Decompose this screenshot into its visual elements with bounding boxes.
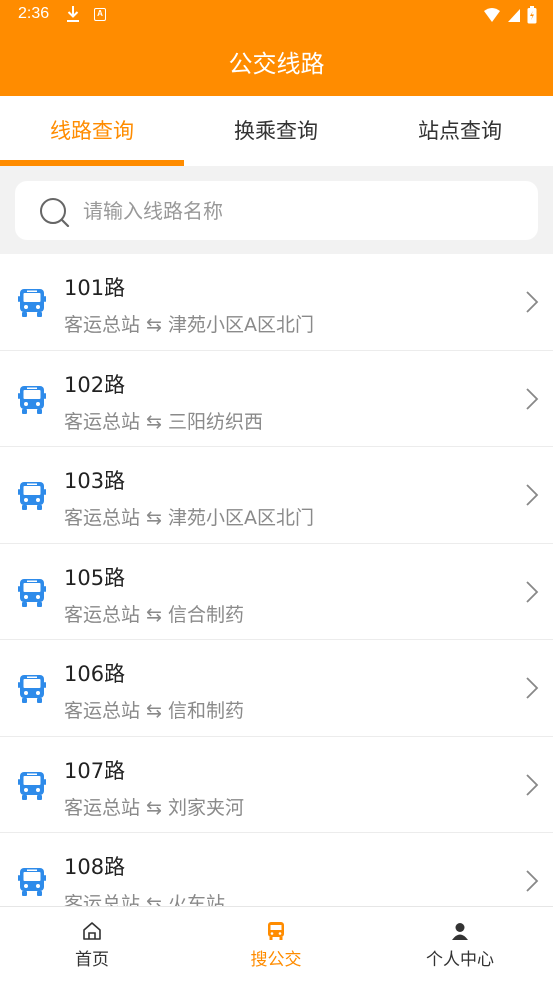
bus-icon (18, 288, 46, 322)
bus-icon (18, 385, 46, 419)
app-bar: 公交线路 (0, 32, 553, 96)
tab-bar: 线路查询 换乘查询 站点查询 (0, 96, 553, 166)
route-name: 101路 (64, 276, 126, 300)
status-bar: 2:36 A (0, 0, 553, 32)
bus-icon (18, 578, 46, 612)
cell-signal-icon (507, 7, 521, 27)
route-item[interactable]: 107路 客运总站 ⇆ 刘家夹河 (0, 737, 553, 833)
route-name: 102路 (64, 372, 126, 397)
bus-icon (18, 481, 46, 515)
nav-search-bus[interactable]: 搜公交 (184, 907, 368, 984)
bus-icon (18, 771, 46, 805)
home-icon (82, 921, 102, 945)
bus-icon (266, 921, 286, 945)
status-time: 2:36 (18, 5, 50, 22)
route-endpoints: 客运总站 ⇆ 津苑小区A区北门 (64, 507, 314, 529)
route-item[interactable]: 102路 客运总站 ⇆ 三阳纺织西 (0, 351, 553, 447)
tab-transfer-query[interactable]: 换乘查询 (184, 96, 368, 166)
download-icon (66, 5, 80, 27)
tab-station-query[interactable]: 站点查询 (368, 96, 552, 166)
search-area (0, 166, 553, 254)
route-item[interactable]: 106路 客运总站 ⇆ 信和制药 (0, 640, 553, 737)
search-icon (39, 197, 71, 231)
route-name: 108路 (64, 855, 126, 879)
chevron-right-icon (525, 580, 539, 608)
route-list: 101路 客运总站 ⇆ 津苑小区A区北门 102路 客运总站 ⇆ 三阳纺织西 1… (0, 254, 553, 906)
chevron-right-icon (525, 483, 539, 511)
bottom-nav: 首页 搜公交 个人中心 (0, 906, 553, 984)
nav-home-label: 首页 (75, 950, 109, 970)
route-name: 106路 (64, 662, 126, 686)
route-endpoints: 客运总站 ⇆ 信和制药 (64, 700, 244, 722)
route-endpoints: 客运总站 ⇆ 刘家夹河 (64, 796, 244, 819)
route-endpoints: 客运总站 ⇆ 三阳纺织西 (64, 410, 263, 433)
bus-icon (18, 867, 46, 901)
route-endpoints: 客运总站 ⇆ 津苑小区A区北门 (64, 314, 314, 336)
nav-home[interactable]: 首页 (0, 907, 184, 984)
route-item[interactable]: 101路 客运总站 ⇆ 津苑小区A区北门 (0, 254, 553, 351)
status-indicators (483, 6, 537, 28)
route-item[interactable]: 103路 客运总站 ⇆ 津苑小区A区北门 (0, 447, 553, 544)
route-endpoints: 客运总站 ⇆ 信合制药 (64, 603, 244, 626)
chevron-right-icon (525, 869, 539, 897)
chevron-right-icon (525, 290, 539, 318)
bus-icon (18, 674, 46, 708)
route-name: 107路 (64, 758, 126, 783)
route-item[interactable]: 105路 客运总站 ⇆ 信合制药 (0, 544, 553, 640)
route-name: 103路 (64, 469, 126, 493)
chevron-right-icon (525, 676, 539, 704)
wifi-icon (483, 7, 501, 27)
chevron-right-icon (525, 387, 539, 415)
route-item[interactable]: 108路 客运总站 ⇆ 火车站 (0, 833, 553, 906)
route-endpoints: 客运总站 ⇆ 火车站 (64, 893, 225, 906)
page-title: 公交线路 (228, 50, 325, 78)
search-input[interactable] (83, 181, 523, 240)
person-icon (450, 921, 470, 945)
route-name: 105路 (64, 565, 126, 590)
notification-a-icon: A (94, 8, 106, 21)
chevron-right-icon (525, 773, 539, 801)
battery-icon (527, 6, 537, 28)
tab-route-query[interactable]: 线路查询 (0, 96, 184, 166)
nav-profile-label: 个人中心 (426, 950, 494, 970)
nav-search-bus-label: 搜公交 (250, 950, 302, 970)
search-box[interactable] (15, 181, 538, 240)
nav-profile[interactable]: 个人中心 (368, 907, 552, 984)
